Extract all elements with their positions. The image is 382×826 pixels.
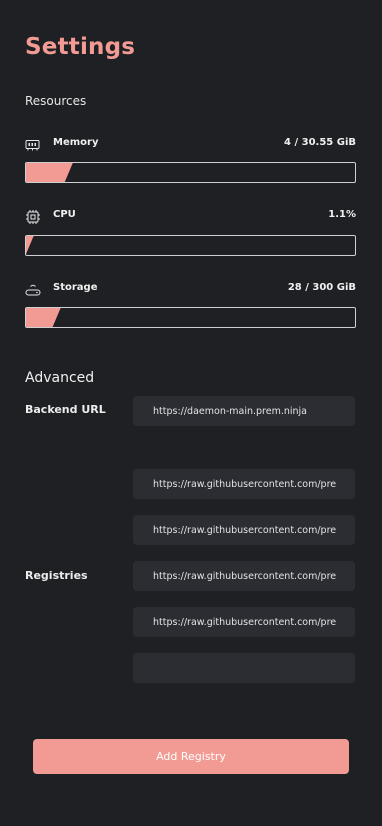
resource-name-memory: Memory [53,137,99,148]
resource-row-cpu: CPU 1.1% [25,209,356,224]
resources-heading: Resources [25,94,87,108]
resource-row-memory: Memory 4 / 30.55 GiB [25,137,356,151]
memory-usage-fill [26,163,73,182]
registry-input-new[interactable] [133,653,355,683]
registries-label: Registries [25,569,88,582]
storage-usage-bar [25,307,356,328]
resource-name-cpu: CPU [53,209,76,220]
registry-input-1[interactable] [133,469,355,499]
add-registry-button[interactable]: Add Registry [33,739,349,774]
resource-value-storage: 28 / 300 GiB [287,282,356,293]
memory-icon [25,137,41,151]
registry-input-3[interactable] [133,561,355,591]
registry-input-2[interactable] [133,515,355,545]
memory-usage-bar [25,162,356,183]
backend-url-label: Backend URL [25,403,106,416]
storage-usage-fill [26,308,61,327]
resource-name-storage: Storage [53,282,98,293]
cpu-usage-fill [26,236,34,255]
resource-value-cpu: 1.1% [328,209,356,220]
cpu-icon [25,209,41,224]
resource-value-memory: 4 / 30.55 GiB [284,137,356,148]
advanced-heading: Advanced [25,370,95,386]
page-title: Settings [25,34,136,60]
cpu-usage-bar [25,235,356,256]
registry-input-4[interactable] [133,607,355,637]
resource-row-storage: Storage 28 / 300 GiB [25,282,356,296]
storage-icon [25,282,41,296]
backend-url-input[interactable] [133,396,355,426]
